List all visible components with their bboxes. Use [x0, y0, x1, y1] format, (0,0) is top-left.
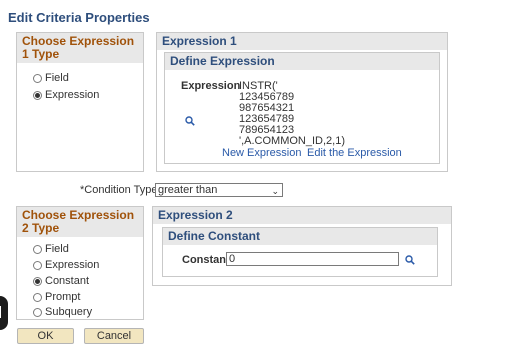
radio-label: Expression [45, 259, 100, 271]
radio-button[interactable] [33, 244, 42, 254]
radio-label: Prompt [45, 291, 81, 303]
radio-button[interactable] [33, 260, 42, 270]
edit-expression-link[interactable]: Edit the Expression [307, 147, 402, 159]
search-icon[interactable] [185, 116, 195, 126]
expression-1-type-group: Choose Expression 1 Type [16, 32, 144, 172]
define-expression-header: Define Expression [165, 53, 439, 70]
radio-constant[interactable]: Constant [33, 275, 89, 287]
chevron-down-icon[interactable]: ⌄ [271, 185, 279, 197]
radio-button[interactable] [33, 90, 42, 100]
radio-field-2[interactable]: Field [33, 243, 69, 255]
radio-label: Field [45, 243, 69, 255]
radio-button[interactable] [33, 307, 42, 317]
expression-2-type-header: Choose Expression 2 Type [17, 207, 143, 237]
define-constant-header: Define Constant [163, 228, 437, 245]
condition-type-label: *Condition Type [80, 184, 158, 196]
condition-type-value: greater than [158, 184, 218, 196]
expression-1-type-header: Choose Expression 1 Type [17, 33, 143, 63]
radio-button[interactable] [33, 73, 42, 83]
radio-subquery[interactable]: Subquery [33, 306, 92, 318]
condition-type-select[interactable]: greater than ⌄ [155, 183, 283, 197]
constant-input[interactable]: 0 [226, 252, 399, 266]
radio-button[interactable] [33, 292, 42, 302]
search-icon[interactable] [405, 255, 415, 265]
side-tab-handle[interactable] [0, 296, 8, 330]
radio-expression-1[interactable]: Expression [33, 89, 99, 101]
radio-button[interactable] [33, 276, 42, 286]
radio-label: Expression [45, 89, 100, 101]
radio-label: Constant [45, 275, 90, 287]
expression-2-header: Expression 2 [153, 207, 451, 224]
radio-label: Field [45, 72, 69, 84]
radio-prompt[interactable]: Prompt [33, 291, 80, 303]
page-title: Edit Criteria Properties [8, 10, 150, 25]
expression-line: ',A.COMMON_ID,2,1) [239, 135, 346, 147]
radio-expression-2[interactable]: Expression [33, 259, 99, 271]
radio-label: Subquery [45, 306, 93, 318]
expression-label: Expression [181, 80, 241, 92]
radio-field-1[interactable]: Field [33, 72, 69, 84]
expression-1-header: Expression 1 [157, 33, 447, 50]
ok-button[interactable]: OK [17, 328, 74, 344]
constant-label: Constant [182, 254, 230, 266]
cancel-button[interactable]: Cancel [84, 328, 144, 344]
new-expression-link[interactable]: New Expression [222, 147, 301, 159]
